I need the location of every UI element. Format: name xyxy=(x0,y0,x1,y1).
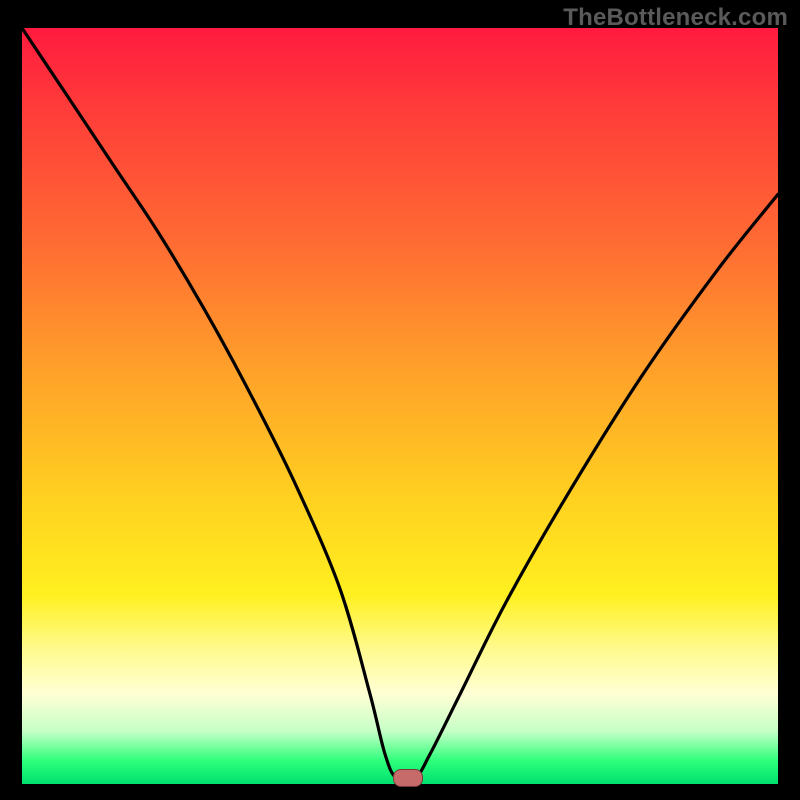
curve-svg xyxy=(22,28,778,784)
chart-frame: TheBottleneck.com xyxy=(0,0,800,800)
minimum-marker xyxy=(393,769,423,787)
watermark-text: TheBottleneck.com xyxy=(563,4,788,32)
bottleneck-curve xyxy=(22,28,778,781)
plot-area xyxy=(22,28,778,784)
